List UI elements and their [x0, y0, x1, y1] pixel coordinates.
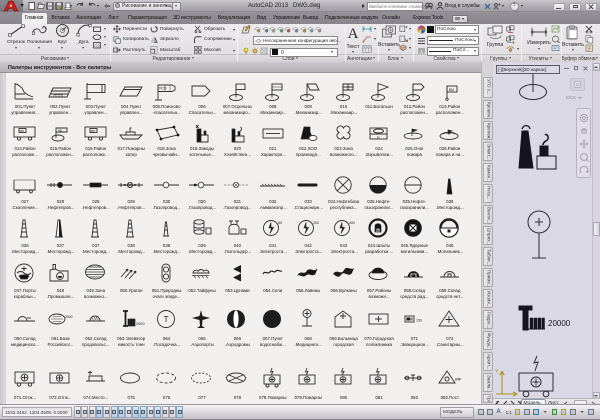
svg-text:400: 400: [349, 221, 355, 225]
svg-text:3000: 3000: [65, 315, 73, 319]
svg-text:20000: 20000: [548, 319, 571, 328]
svg-text:ВП: ВП: [20, 129, 24, 133]
svg-text:Т: Т: [163, 315, 168, 324]
svg-text:2000: 2000: [136, 322, 144, 326]
svg-text:ПБ: ПБ: [58, 129, 62, 133]
svg-text:150: 150: [416, 319, 422, 323]
svg-text:ВП: ВП: [91, 129, 95, 133]
svg-text:дфр: дфр: [455, 377, 461, 381]
svg-text:200: 200: [313, 221, 319, 225]
svg-text:ПСО: ПСО: [159, 87, 167, 91]
svg-text:60: 60: [278, 221, 282, 225]
svg-text:Y: Y: [495, 369, 499, 375]
svg-text:ВМ: ВМ: [449, 88, 454, 92]
svg-text:Колонна: Колонна: [55, 96, 64, 98]
